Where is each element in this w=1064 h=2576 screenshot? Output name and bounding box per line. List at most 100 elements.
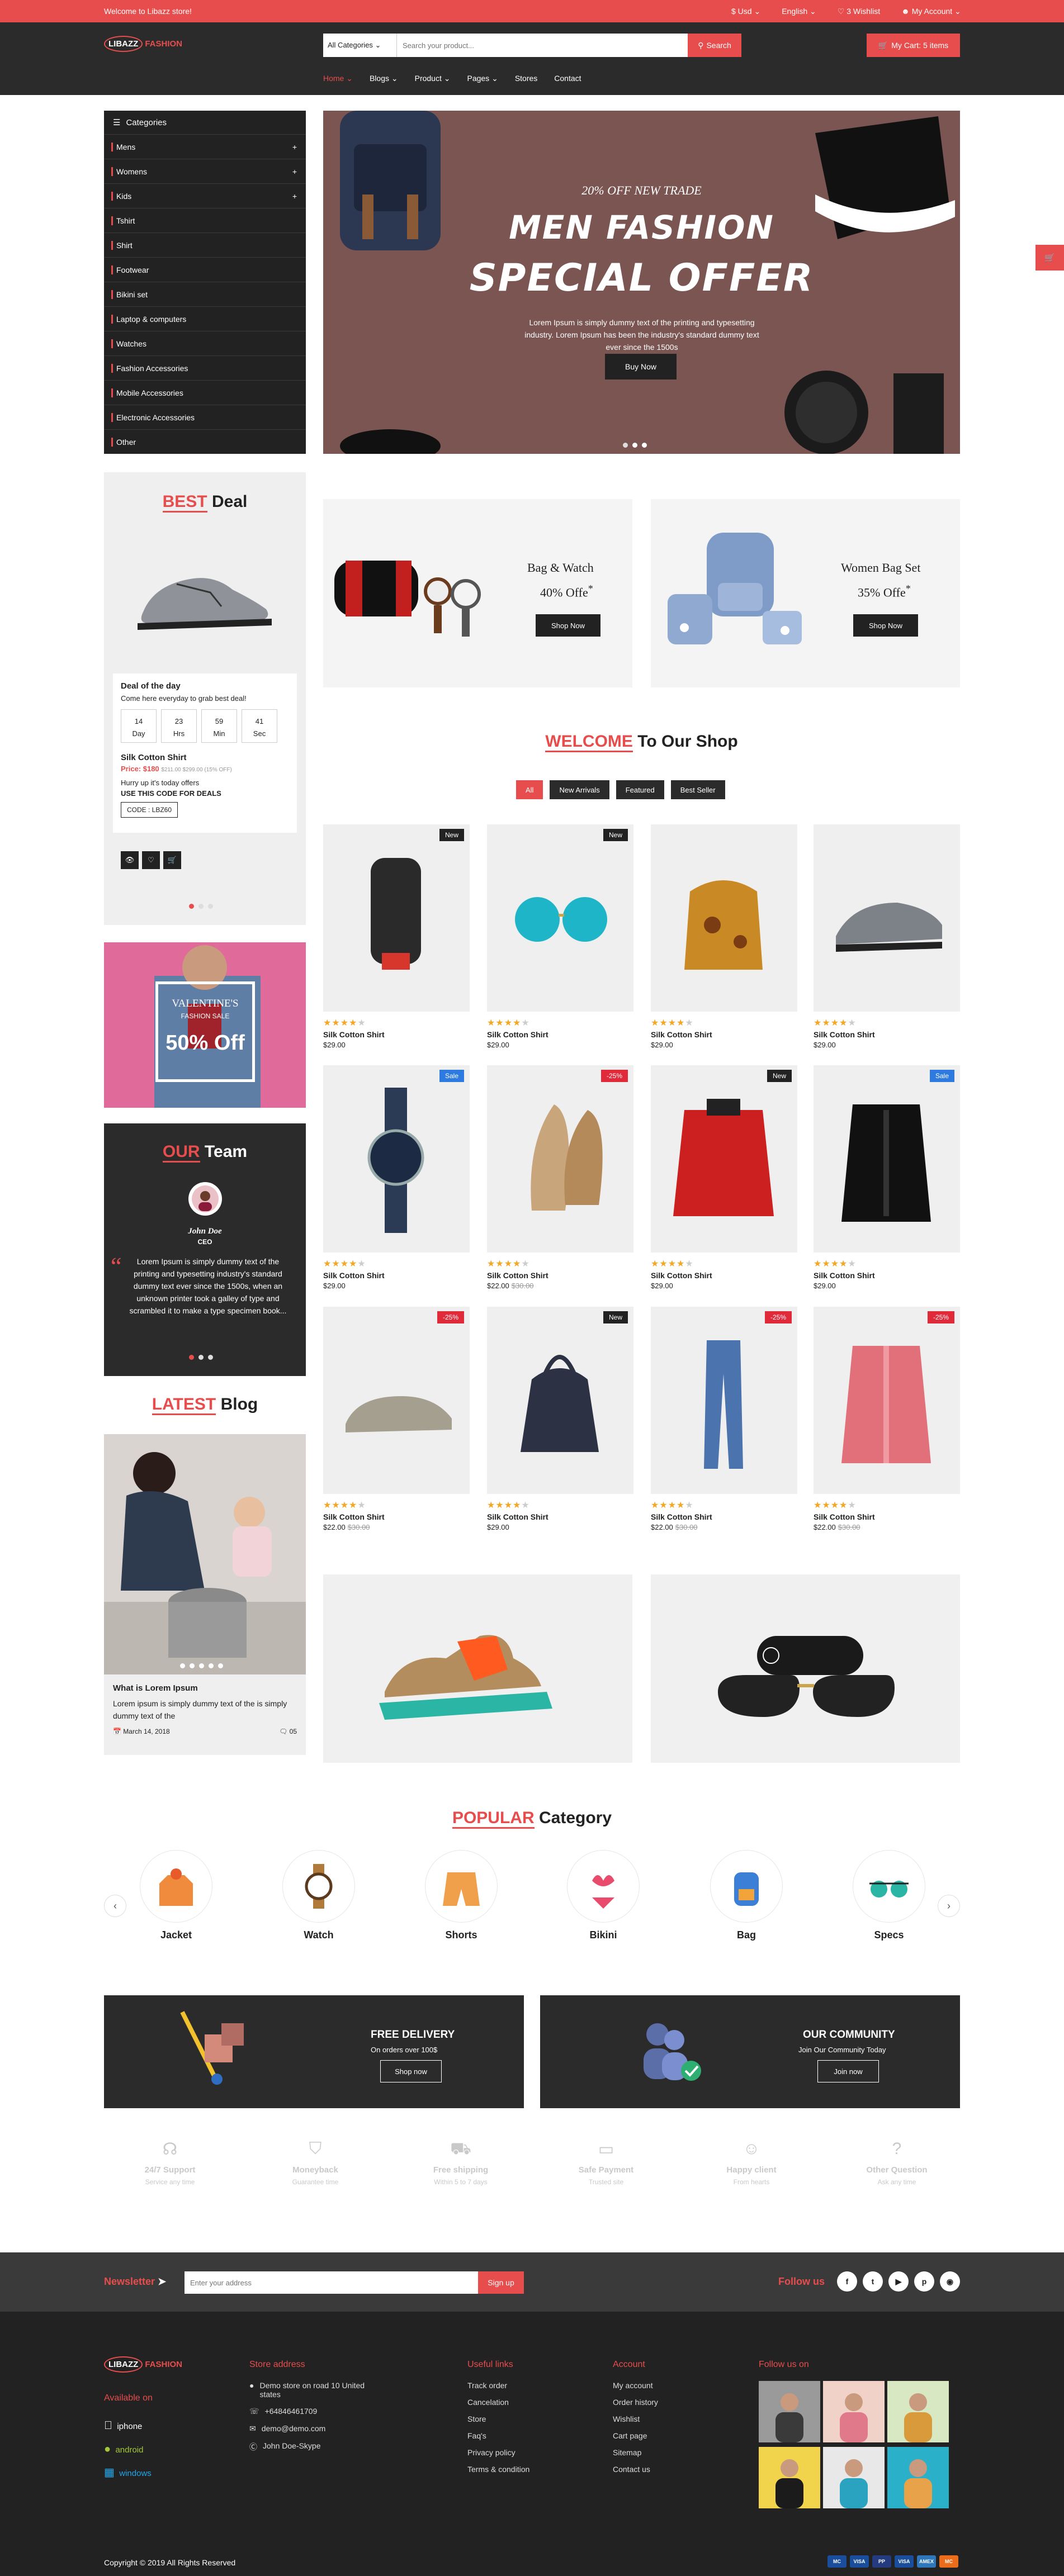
product-card[interactable]: -25% ★★★★★ Silk Cotton Shirt $22.00 $30.00 — [487, 1065, 633, 1294]
category-circle[interactable] — [425, 1850, 498, 1923]
product-card[interactable]: New ★★★★★ Silk Cotton Shirt $29.00 — [651, 1065, 797, 1294]
category-item[interactable]: Other — [104, 429, 306, 454]
cart-button[interactable]: 🛒 My Cart: 5 items — [867, 34, 960, 57]
facebook-icon[interactable]: f — [837, 2271, 857, 2292]
category-item[interactable]: Tshirt — [104, 208, 306, 233]
instagram-photo[interactable] — [759, 2381, 820, 2444]
nav-pages[interactable]: Pages ⌄ — [467, 74, 498, 83]
instagram-photo[interactable] — [823, 2381, 885, 2444]
floating-cart-button[interactable]: 🛒 — [1035, 245, 1064, 271]
app-iphone-link[interactable]:  iphone — [104, 2414, 152, 2438]
shoe-banner[interactable] — [323, 1574, 632, 1763]
footer-link[interactable]: Terms & condition — [467, 2465, 529, 2474]
slider-dot[interactable] — [632, 443, 637, 448]
footer-link[interactable]: Wishlist — [613, 2414, 658, 2423]
category-circle[interactable] — [710, 1850, 783, 1923]
nav-stores[interactable]: Stores — [515, 74, 537, 83]
valentine-promo-banner[interactable]: VALENTINE'S FASHION SALE 50% Off — [104, 942, 306, 1108]
banner-bag-watch[interactable]: Bag & Watch 40% Offe* Shop Now — [323, 499, 632, 687]
shop-now-button[interactable]: Shop now — [380, 2060, 442, 2082]
nav-home[interactable]: Home ⌄ — [323, 74, 353, 83]
popular-category-item[interactable]: Shorts — [425, 1850, 498, 1941]
product-name[interactable]: Silk Cotton Shirt — [323, 1030, 470, 1039]
footer-link[interactable]: Store — [467, 2414, 529, 2423]
sunglasses-banner[interactable] — [651, 1574, 960, 1763]
slider-dot[interactable] — [209, 1663, 214, 1668]
search-button[interactable]: ⚲ Search — [688, 34, 741, 57]
nav-blogs[interactable]: Blogs ⌄ — [370, 74, 398, 83]
popular-category-item[interactable]: Bikini — [567, 1850, 640, 1941]
cart-icon[interactable]: 🛒 — [163, 851, 181, 869]
popular-category-item[interactable]: Watch — [282, 1850, 355, 1941]
currency-dropdown[interactable]: $ Usd ⌄ — [731, 7, 760, 16]
slider-dot[interactable] — [190, 1663, 195, 1668]
product-image[interactable]: Sale — [323, 1065, 470, 1253]
product-name[interactable]: Silk Cotton Shirt — [487, 1030, 633, 1039]
nav-contact[interactable]: Contact — [554, 74, 581, 83]
blog-comments[interactable]: 🗨 05 — [279, 1728, 297, 1735]
footer-link[interactable]: Order history — [613, 2398, 658, 2407]
product-image[interactable]: -25% — [814, 1307, 960, 1494]
footer-link[interactable]: Sitemap — [613, 2448, 658, 2457]
footer-link[interactable]: Cancelation — [467, 2398, 529, 2407]
app-windows-link[interactable]: ▦ windows — [104, 2461, 152, 2485]
logo[interactable]: LIBAZZ FASHION — [104, 36, 182, 52]
slider-dot[interactable] — [189, 904, 194, 909]
slider-dot[interactable] — [198, 904, 204, 909]
product-card[interactable]: -25% ★★★★★ Silk Cotton Shirt $22.00 $30.00 — [651, 1307, 797, 1536]
product-name[interactable]: Silk Cotton Shirt — [651, 1030, 797, 1039]
category-item[interactable]: Mobile Accessories — [104, 380, 306, 405]
product-card[interactable]: New ★★★★★ Silk Cotton Shirt $29.00 — [487, 824, 633, 1054]
join-now-button[interactable]: Join now — [817, 2060, 879, 2082]
product-card[interactable]: -25% ★★★★★ Silk Cotton Shirt $22.00 $30.00 — [323, 1307, 470, 1536]
instagram-photo[interactable] — [887, 2381, 949, 2444]
popular-category-item[interactable]: Specs — [853, 1850, 925, 1941]
language-dropdown[interactable]: English ⌄ — [782, 7, 816, 16]
instagram-photo[interactable] — [823, 2447, 885, 2510]
app-android-link[interactable]: ● android — [104, 2438, 152, 2461]
next-arrow-icon[interactable]: › — [938, 1895, 960, 1917]
hero-buy-now-button[interactable]: Buy Now — [605, 354, 677, 379]
tab-new-arrivals[interactable]: New Arrivals — [550, 780, 609, 799]
product-name[interactable]: Silk Cotton Shirt — [651, 1512, 797, 1521]
category-circle[interactable] — [140, 1850, 212, 1923]
category-item[interactable]: Mens + — [104, 134, 306, 159]
slider-dot[interactable] — [189, 1355, 194, 1360]
tab-all[interactable]: All — [516, 780, 543, 799]
store-email[interactable]: demo@demo.com — [262, 2424, 326, 2433]
product-name[interactable]: Silk Cotton Shirt — [814, 1030, 960, 1039]
twitter-icon[interactable]: t — [863, 2271, 883, 2292]
category-item[interactable]: Kids + — [104, 183, 306, 208]
youtube-icon[interactable]: ▶ — [888, 2271, 909, 2292]
shop-now-button[interactable]: Shop Now — [536, 614, 600, 637]
product-name[interactable]: Silk Cotton Shirt — [651, 1271, 797, 1280]
product-image[interactable] — [651, 824, 797, 1012]
product-card[interactable]: New ★★★★★ Silk Cotton Shirt $29.00 — [487, 1307, 633, 1536]
category-circle[interactable] — [853, 1850, 925, 1923]
footer-link[interactable]: Faq's — [467, 2431, 529, 2440]
pinterest-icon[interactable]: p — [914, 2271, 934, 2292]
quick-view-icon[interactable]: 👁 — [121, 851, 139, 869]
prev-arrow-icon[interactable]: ‹ — [104, 1895, 126, 1917]
instagram-photo[interactable] — [887, 2447, 949, 2510]
product-name[interactable]: Silk Cotton Shirt — [323, 1512, 470, 1521]
footer-link[interactable]: Contact us — [613, 2465, 658, 2474]
product-name[interactable]: Silk Cotton Shirt — [323, 1271, 470, 1280]
instagram-photo[interactable] — [759, 2447, 820, 2510]
product-card[interactable]: Sale ★★★★★ Silk Cotton Shirt $29.00 — [323, 1065, 470, 1294]
slider-dot[interactable] — [199, 1663, 204, 1668]
sign-up-button[interactable]: Sign up — [478, 2271, 524, 2294]
heart-icon[interactable]: ♡ — [142, 851, 160, 869]
shop-now-button[interactable]: Shop Now — [853, 614, 918, 637]
tab-featured[interactable]: Featured — [616, 780, 664, 799]
product-name[interactable]: Silk Cotton Shirt — [487, 1271, 633, 1280]
category-item[interactable]: Footwear — [104, 257, 306, 282]
category-item[interactable]: Bikini set — [104, 282, 306, 306]
product-card[interactable]: New ★★★★★ Silk Cotton Shirt $29.00 — [323, 824, 470, 1054]
product-image[interactable]: New — [323, 824, 470, 1012]
category-item[interactable]: Fashion Accessories — [104, 355, 306, 380]
blog-title[interactable]: What is Lorem Ipsum — [113, 1683, 297, 1693]
deal-product-name[interactable]: Silk Cotton Shirt — [121, 753, 289, 762]
slider-dot[interactable] — [198, 1355, 204, 1360]
tab-best-seller[interactable]: Best Seller — [670, 780, 725, 799]
